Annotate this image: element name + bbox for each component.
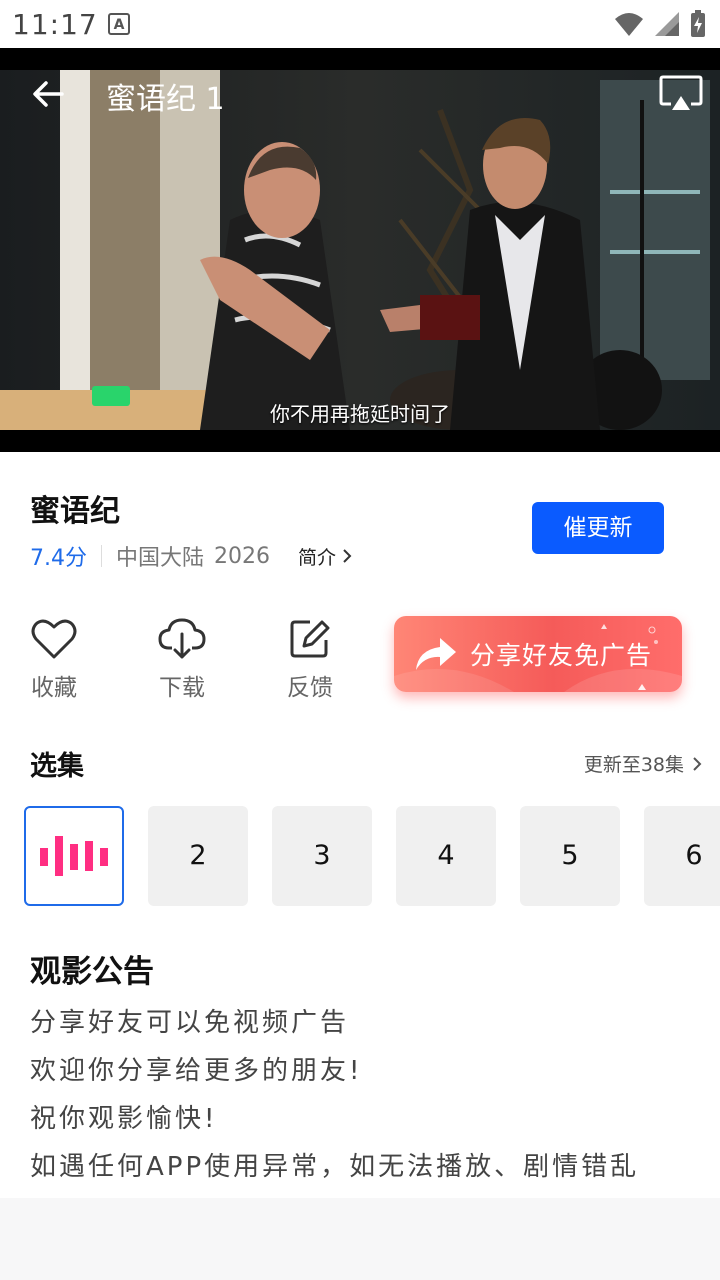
- meta-divider: [101, 545, 102, 567]
- notice-line: 分享好友可以免视频广告: [30, 1008, 350, 1038]
- episode-item-5[interactable]: 5: [520, 806, 620, 906]
- wifi-icon: [615, 13, 643, 36]
- show-title: 蜜语纪: [30, 494, 120, 529]
- show-meta: 7.4分 中国大陆 2026 简介: [30, 540, 352, 572]
- notification-icon: A: [108, 13, 130, 35]
- score-label: 7.4分: [30, 546, 87, 571]
- share-arrow-icon: [416, 638, 456, 670]
- feedback-button[interactable]: 反馈: [270, 612, 350, 702]
- battery-charging-icon: [691, 10, 705, 37]
- heart-icon: [31, 619, 77, 659]
- favorite-label: 收藏: [31, 675, 77, 701]
- back-button[interactable]: [28, 74, 68, 114]
- episode-item-3[interactable]: 3: [272, 806, 372, 906]
- content-panel: 蜜语纪 7.4分 中国大陆 2026 简介 催更新 收藏 下载 反馈 分享好友免…: [0, 452, 720, 1198]
- download-label: 下载: [159, 675, 205, 701]
- notice-line: 祝你观影愉快!: [30, 1104, 218, 1134]
- share-ad-free-banner[interactable]: 分享好友免广告: [394, 616, 682, 692]
- cell-signal-icon: [655, 12, 679, 36]
- year-label: 2026: [214, 543, 271, 569]
- episodes-update-status: 更新至38集: [583, 754, 684, 776]
- feedback-label: 反馈: [287, 675, 333, 701]
- notice-line: 如遇任何APP使用异常，如无法播放、剧情错乱: [30, 1152, 640, 1182]
- episode-item-6[interactable]: 6: [644, 806, 720, 906]
- video-player[interactable]: 你不用再拖延时间了 蜜语纪 1: [0, 48, 720, 452]
- video-scene-image: [0, 70, 720, 430]
- video-frame[interactable]: 你不用再拖延时间了: [0, 70, 720, 430]
- playing-bars-icon: [40, 836, 108, 876]
- cloud-download-icon: [158, 618, 206, 659]
- chevron-right-icon: [343, 549, 352, 563]
- notice-title: 观影公告: [30, 954, 154, 990]
- action-row: 收藏 下载 反馈 分享好友免广告: [0, 612, 720, 712]
- player-title: 蜜语纪 1: [106, 82, 225, 117]
- edit-icon: [290, 620, 330, 658]
- intro-label: 简介: [298, 546, 337, 569]
- chevron-right-icon: [693, 756, 702, 771]
- status-bar: 11:17 A: [0, 0, 720, 48]
- arrow-left-icon: [33, 81, 64, 107]
- status-time: 11:17: [12, 8, 98, 41]
- region-label: 中国大陆: [116, 546, 205, 571]
- share-banner-label: 分享好友免广告: [470, 641, 653, 670]
- episode-item-2[interactable]: 2: [148, 806, 248, 906]
- favorite-button[interactable]: 收藏: [14, 612, 94, 702]
- episode-item-4[interactable]: 4: [396, 806, 496, 906]
- urge-update-button[interactable]: 催更新: [532, 502, 664, 554]
- episode-list: 2 3 4 5 6: [24, 806, 720, 906]
- episodes-title: 选集: [30, 751, 84, 782]
- video-subtitle: 你不用再拖延时间了: [270, 402, 450, 426]
- episodes-more-link[interactable]: 更新至38集: [584, 750, 702, 777]
- episode-item-1[interactable]: [24, 806, 124, 906]
- notice-body: 分享好友可以免视频广告 欢迎你分享给更多的朋友! 祝你观影愉快! 如遇任何APP…: [30, 1002, 710, 1194]
- status-icons: [614, 10, 706, 38]
- notice-line: 欢迎你分享给更多的朋友!: [30, 1056, 363, 1086]
- intro-link[interactable]: 简介: [298, 543, 352, 570]
- cast-button[interactable]: [658, 74, 704, 114]
- download-button[interactable]: 下载: [142, 612, 222, 702]
- screen-cast-icon: [659, 75, 703, 110]
